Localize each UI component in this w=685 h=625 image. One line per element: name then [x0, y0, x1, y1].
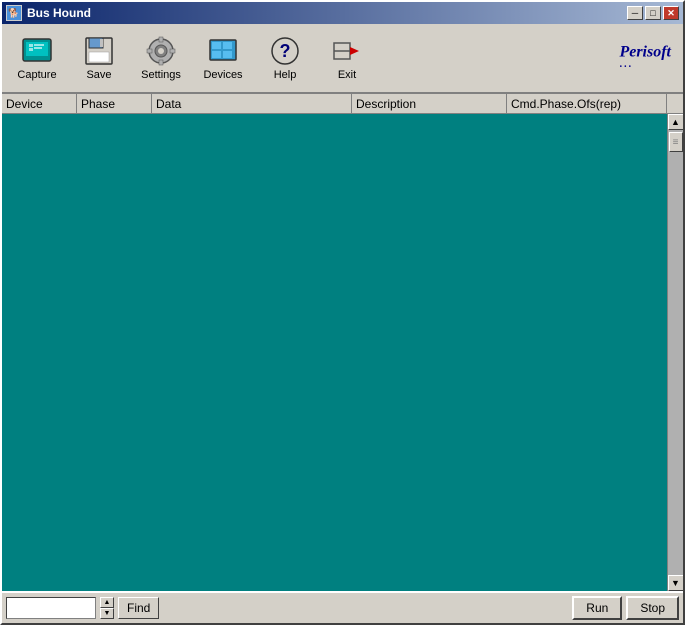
data-area: [2, 114, 667, 591]
devices-label: Devices: [203, 69, 242, 81]
exit-button[interactable]: Exit: [318, 29, 376, 87]
help-icon: ?: [269, 35, 301, 67]
devices-icon: [207, 35, 239, 67]
run-button[interactable]: Run: [572, 596, 622, 620]
title-bar: 🐕 Bus Hound ─ □ ✕: [2, 2, 683, 24]
exit-label: Exit: [338, 69, 356, 81]
main-area: ▲ ▼: [2, 114, 683, 591]
stop-button[interactable]: Stop: [626, 596, 679, 620]
scroll-up-arrow[interactable]: ▲: [668, 114, 684, 130]
spin-down-button[interactable]: ▼: [100, 608, 114, 619]
svg-text:?: ?: [280, 41, 291, 61]
save-label: Save: [86, 69, 111, 81]
col-scroll-spacer: [667, 94, 683, 113]
col-header-description: Description: [352, 94, 507, 113]
title-bar-left: 🐕 Bus Hound: [6, 5, 91, 21]
perisoft-name: Perisoft: [619, 44, 671, 62]
perisoft-dots: ···: [619, 62, 671, 73]
col-header-phase: Phase: [77, 94, 152, 113]
toolbar: Capture Save: [2, 24, 683, 94]
maximize-button[interactable]: □: [645, 6, 661, 20]
minimize-button[interactable]: ─: [627, 6, 643, 20]
col-header-data: Data: [152, 94, 352, 113]
app-icon: 🐕: [6, 5, 22, 21]
col-header-cmd: Cmd.Phase.Ofs(rep): [507, 94, 667, 113]
scroll-thumb[interactable]: [669, 132, 683, 152]
help-label: Help: [274, 69, 297, 81]
devices-button[interactable]: Devices: [194, 29, 252, 87]
settings-button[interactable]: Settings: [132, 29, 190, 87]
capture-icon: [21, 35, 53, 67]
column-headers: Device Phase Data Description Cmd.Phase.…: [2, 94, 683, 114]
window-controls: ─ □ ✕: [627, 6, 679, 20]
save-button[interactable]: Save: [70, 29, 128, 87]
main-window: 🐕 Bus Hound ─ □ ✕ Capture: [0, 0, 685, 625]
scroll-track[interactable]: [668, 130, 684, 575]
vertical-scrollbar[interactable]: ▲ ▼: [667, 114, 683, 591]
settings-icon: [145, 35, 177, 67]
perisoft-logo: Perisoft ···: [619, 44, 671, 73]
capture-label: Capture: [17, 69, 56, 81]
spin-up-button[interactable]: ▲: [100, 597, 114, 608]
bottom-bar: ▲ ▼ Find Run Stop: [2, 591, 683, 623]
search-input[interactable]: [6, 597, 96, 619]
find-button[interactable]: Find: [118, 597, 159, 619]
spin-control[interactable]: ▲ ▼: [100, 597, 114, 619]
settings-label: Settings: [141, 69, 181, 81]
help-button[interactable]: ? Help: [256, 29, 314, 87]
col-header-device: Device: [2, 94, 77, 113]
exit-icon: [331, 35, 363, 67]
scroll-down-arrow[interactable]: ▼: [668, 575, 684, 591]
save-icon: [83, 35, 115, 67]
window-title: Bus Hound: [27, 6, 91, 20]
close-button[interactable]: ✕: [663, 6, 679, 20]
capture-button[interactable]: Capture: [8, 29, 66, 87]
